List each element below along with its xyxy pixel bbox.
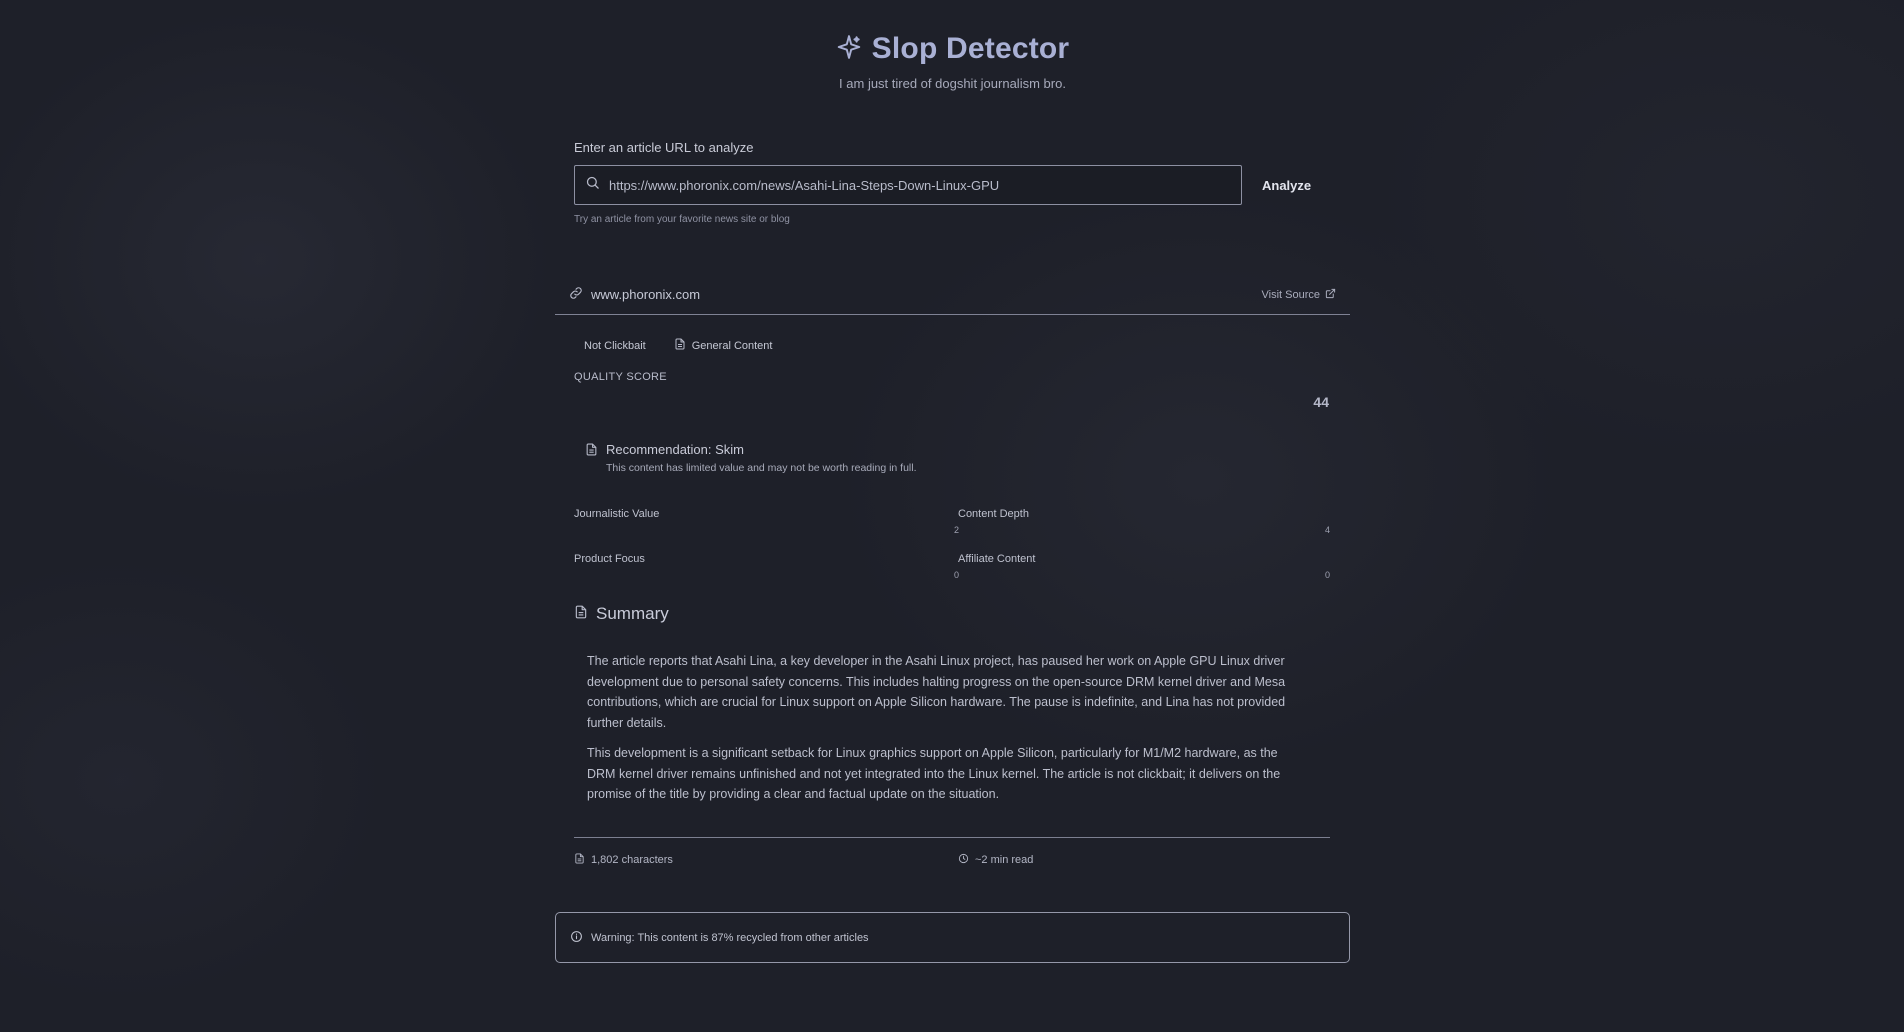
link-icon	[569, 286, 583, 303]
sparkle-icon	[836, 34, 862, 65]
metric-value: 0	[1324, 570, 1330, 580]
visit-source-label: Visit Source	[1261, 288, 1321, 301]
main-container: Slop Detector I am just tired of dogshit…	[555, 0, 1350, 963]
clickbait-badge: Not Clickbait	[584, 339, 646, 352]
recommendation: Recommendation: Skim This content has li…	[585, 442, 917, 474]
character-count: 1,802 characters	[574, 853, 673, 867]
summary-heading: Summary	[574, 604, 669, 624]
metric-affiliate-content: Affiliate Content 0	[958, 553, 1330, 580]
recommendation-title: Recommendation: Skim	[606, 442, 744, 457]
summary-paragraph: The article reports that Asahi Lina, a k…	[587, 654, 1286, 730]
summary-body: The article reports that Asahi Lina, a k…	[587, 651, 1309, 805]
document-icon	[674, 338, 686, 353]
url-input[interactable]	[609, 177, 1229, 193]
quality-score-label: QUALITY SCORE	[574, 371, 667, 383]
content-type-badge: General Content	[674, 338, 772, 353]
metric-label: Content Depth	[958, 508, 1029, 520]
summary-paragraph: This development is a significant setbac…	[587, 746, 1281, 801]
recommendation-description: This content has limited value and may n…	[606, 462, 917, 474]
summary-title: Summary	[596, 604, 669, 623]
url-hint: Try an article from your favorite news s…	[574, 214, 790, 225]
info-icon	[570, 930, 583, 946]
badges: Not Clickbait General Content	[584, 338, 772, 353]
metric-label: Product Focus	[574, 553, 645, 565]
quality-score-value: 44	[1313, 394, 1329, 410]
document-icon	[574, 853, 585, 867]
warning-text: Warning: This content is 87% recycled fr…	[591, 931, 869, 944]
metric-value: 2	[953, 525, 959, 535]
clock-icon	[958, 853, 969, 867]
url-label: Enter an article URL to analyze	[574, 140, 754, 155]
source-domain: www.phoronix.com	[591, 287, 701, 302]
metric-value: 4	[1324, 525, 1330, 535]
metric-value: 0	[953, 570, 959, 580]
document-icon	[574, 605, 588, 624]
document-icon	[585, 442, 598, 474]
metric-content-depth: Content Depth 4	[958, 508, 1330, 535]
url-form: Enter an article URL to analyze Analyze …	[574, 140, 1344, 225]
metric-journalistic-value: Journalistic Value 2	[574, 508, 959, 535]
recycled-warning: Warning: This content is 87% recycled fr…	[555, 912, 1350, 963]
read-time: ~2 min read	[958, 853, 1033, 867]
analyze-button[interactable]: Analyze	[1256, 172, 1317, 199]
app-title: Slop Detector	[871, 32, 1070, 65]
search-icon	[585, 175, 600, 195]
metric-label: Affiliate Content	[958, 553, 1036, 565]
url-field[interactable]	[574, 165, 1242, 205]
visit-source-link[interactable]: Visit Source	[1262, 288, 1337, 302]
external-link-icon	[1325, 288, 1336, 302]
divider	[574, 837, 1330, 838]
app-subtitle: I am just tired of dogshit journalism br…	[839, 76, 1066, 91]
metric-label: Journalistic Value	[574, 508, 660, 520]
metric-product-focus: Product Focus 0	[574, 553, 959, 580]
source-bar: www.phoronix.com Visit Source	[555, 281, 1350, 315]
header: Slop Detector I am just tired of dogshit…	[555, 0, 1350, 91]
